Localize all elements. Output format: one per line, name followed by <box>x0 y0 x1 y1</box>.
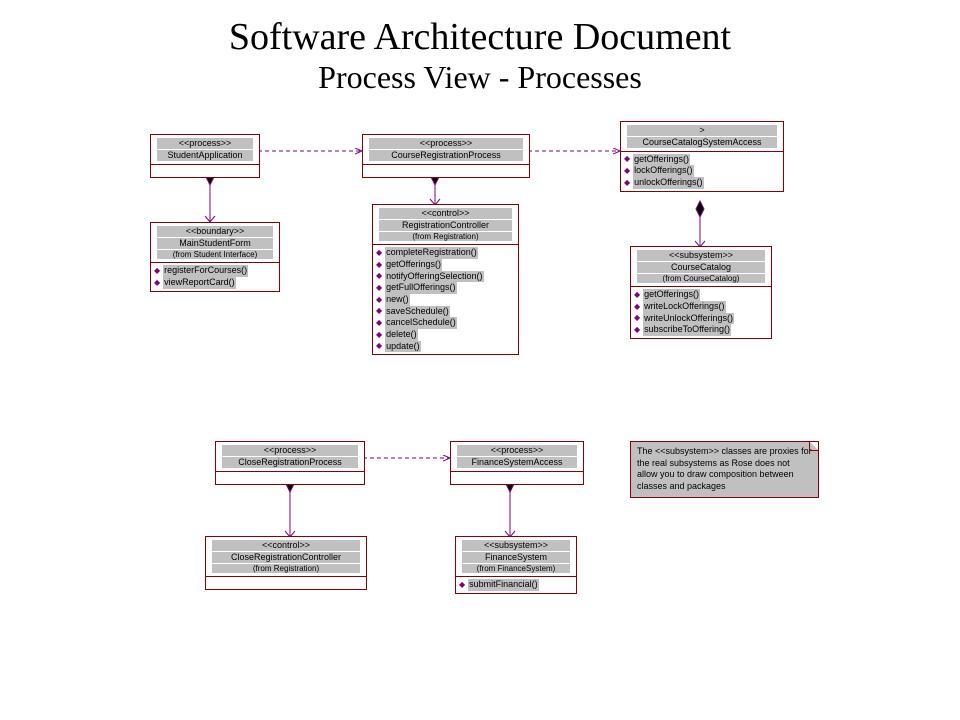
page-title: Software Architecture Document Process V… <box>0 0 960 96</box>
operation: subscribeToOffering() <box>643 324 731 336</box>
class-close-registration-controller: <<control>> CloseRegistrationController … <box>205 536 367 590</box>
diagram-canvas: <<process>> StudentApplication <<process… <box>0 96 960 696</box>
operation: completeRegistration() <box>385 247 478 259</box>
operation: new() <box>385 294 410 306</box>
class-student-application: <<process>> StudentApplication <box>150 134 260 178</box>
title-sub: Process View - Processes <box>0 59 960 96</box>
stereotype-label: > <box>627 125 777 136</box>
from-label: (from CourseCatalog) <box>637 274 765 284</box>
stereotype-label: <<subsystem>> <box>462 540 570 551</box>
from-label: (from FinanceSystem) <box>462 564 570 574</box>
class-finance-system-access: <<process>> FinanceSystemAccess <box>450 441 584 485</box>
operation: registerForCourses() <box>163 265 248 277</box>
operation: getOfferings() <box>385 259 442 271</box>
from-label: (from Student Interface) <box>157 250 273 260</box>
class-name: RegistrationController <box>379 220 512 231</box>
operation: saveSchedule() <box>385 306 450 318</box>
operation: getFullOfferings() <box>385 282 456 294</box>
class-name: CloseRegistrationController <box>212 552 360 563</box>
class-name: CourseCatalog <box>637 262 765 273</box>
operation: unlockOfferings() <box>633 177 703 189</box>
class-name: CourseCatalogSystemAccess <box>627 137 777 148</box>
stereotype-label: <<control>> <box>212 540 360 551</box>
class-course-catalog-system-access: > CourseCatalogSystemAccess getOfferings… <box>620 121 784 192</box>
class-course-catalog: <<subsystem>> CourseCatalog (from Course… <box>630 246 772 339</box>
operation: getOfferings() <box>643 289 700 301</box>
connector-lines <box>0 96 960 696</box>
operation: delete() <box>385 329 418 341</box>
operation: viewReportCard() <box>163 277 236 289</box>
from-label: (from Registration) <box>212 564 360 574</box>
operation: submitFinancial() <box>468 579 539 591</box>
operation: cancelSchedule() <box>385 317 457 329</box>
stereotype-label: <<process>> <box>457 445 577 456</box>
stereotype-label: <<process>> <box>157 138 253 149</box>
class-close-registration-process: <<process>> CloseRegistrationProcess <box>215 441 365 485</box>
class-name: FinanceSystemAccess <box>457 457 577 468</box>
operation: update() <box>385 341 421 353</box>
operation: lockOfferings() <box>633 165 693 177</box>
operation: writeLockOfferings() <box>643 301 725 313</box>
class-name: StudentApplication <box>157 150 253 161</box>
note-text: The <<subsystem>> classes are proxies fo… <box>637 446 812 491</box>
stereotype-label: <<control>> <box>379 208 512 219</box>
stereotype-label: <<process>> <box>369 138 523 149</box>
class-course-registration-process: <<process>> CourseRegistrationProcess <box>362 134 530 178</box>
operation: getOfferings() <box>633 154 690 166</box>
stereotype-label: <<subsystem>> <box>637 250 765 261</box>
stereotype-label: <<boundary>> <box>157 226 273 237</box>
stereotype-label: <<process>> <box>222 445 358 456</box>
operation: writeUnlockOfferings() <box>643 313 734 325</box>
operation: notifyOfferingSelection() <box>385 271 483 283</box>
class-main-student-form: <<boundary>> MainStudentForm (from Stude… <box>150 222 280 292</box>
class-name: CloseRegistrationProcess <box>222 457 358 468</box>
class-finance-system: <<subsystem>> FinanceSystem (from Financ… <box>455 536 577 594</box>
from-label: (from Registration) <box>379 232 512 242</box>
class-registration-controller: <<control>> RegistrationController (from… <box>372 204 519 355</box>
title-main: Software Architecture Document <box>0 15 960 59</box>
class-name: FinanceSystem <box>462 552 570 563</box>
class-name: CourseRegistrationProcess <box>369 150 523 161</box>
diagram-note: The <<subsystem>> classes are proxies fo… <box>630 441 819 498</box>
class-name: MainStudentForm <box>157 238 273 249</box>
